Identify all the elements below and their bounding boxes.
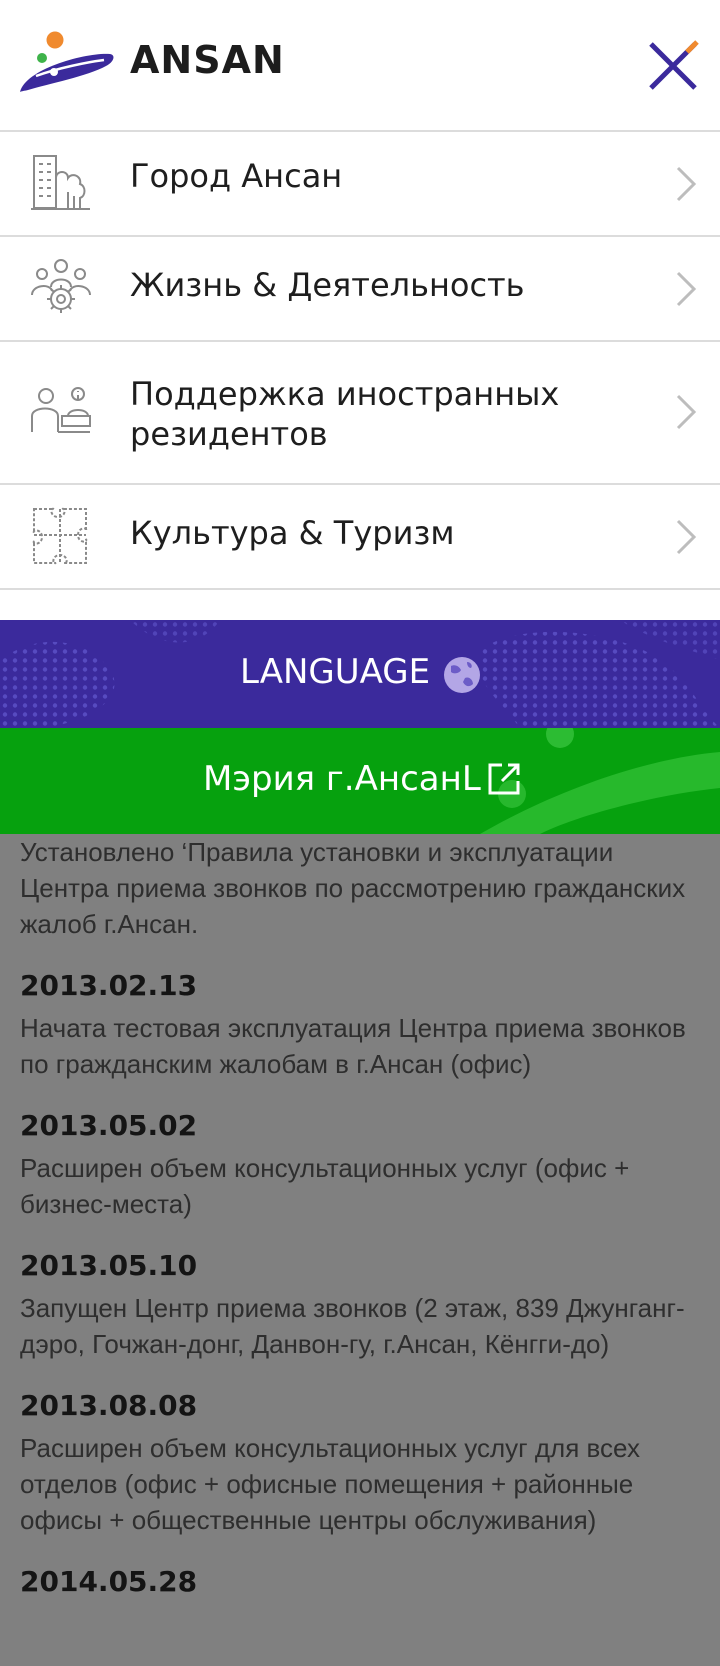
menu-item-foreign-support[interactable]: Поддержка иностранных резидентов	[0, 342, 720, 485]
external-link-icon	[488, 763, 520, 795]
timeline-text: Запущен Центр приема звонков (2 этаж, 83…	[20, 1293, 685, 1359]
timeline-item: 2013.05.02 Расширен объем консультационн…	[20, 1106, 700, 1222]
timeline-text: Расширен объем консультационных услуг (о…	[20, 1153, 630, 1219]
puzzle-icon	[32, 507, 88, 565]
chevron-right-icon	[676, 519, 697, 555]
timeline-item: 2013.02.13 Начата тестовая эксплуатация …	[20, 966, 700, 1082]
chevron-right-icon	[676, 394, 697, 430]
logo-text: ANSAN	[130, 38, 285, 82]
menu-item-life[interactable]: Жизнь & Деятельность	[0, 237, 720, 342]
timeline-item: 2014.05.28	[20, 1562, 700, 1602]
menu-item-label: Город Ансан	[130, 157, 343, 195]
timeline-item: 2013.05.10 Запущен Центр приема звонков …	[20, 1246, 700, 1362]
timeline-date: 2013.02.13	[20, 969, 198, 1002]
timeline-date: 2013.08.08	[20, 1389, 198, 1422]
support-desk-icon	[31, 387, 91, 433]
timeline-date: 2013.05.10	[20, 1249, 198, 1282]
menu-item-label: Поддержка иностранных резидентов	[130, 375, 560, 453]
chevron-right-icon	[676, 271, 697, 307]
menu-item-culture[interactable]: Культура & Туризм	[0, 485, 720, 590]
ansan-logo-icon[interactable]	[18, 28, 118, 100]
intro-text: Установлено ‘Правила установки и эксплуа…	[20, 837, 686, 939]
city-hall-label: Мэрия г.АнсанL	[203, 759, 481, 799]
menu-item-city[interactable]: Город Ансан	[0, 132, 720, 237]
timeline-text: Расширен объем консультационных услуг дл…	[20, 1433, 640, 1535]
language-label: LANGUAGE	[240, 652, 431, 692]
people-gear-icon	[31, 259, 91, 313]
menu-item-label: Культура & Туризм	[130, 514, 455, 552]
timeline-text: Начата тестовая эксплуатация Центра прие…	[20, 1013, 686, 1079]
timeline-date: 2014.05.28	[20, 1565, 198, 1598]
timeline-item: 2013.08.08 Расширен объем консультационн…	[20, 1386, 700, 1538]
chevron-right-icon	[676, 166, 697, 202]
menu-header: ANSAN	[0, 0, 720, 132]
globe-icon	[444, 657, 480, 693]
menu-item-label: Жизнь & Деятельность	[130, 266, 525, 304]
buildings-icon	[31, 155, 90, 210]
navigation-menu: ANSAN Город Ансан Жизнь & Деятельность П…	[0, 0, 720, 834]
timeline-date: 2013.05.02	[20, 1109, 198, 1142]
city-hall-link[interactable]: Мэрия г.АнсанL	[0, 728, 720, 834]
close-icon[interactable]	[645, 36, 705, 96]
menu-list: Город Ансан Жизнь & Деятельность Поддерж…	[0, 132, 720, 590]
language-button[interactable]: LANGUAGE	[0, 620, 720, 728]
background-content: Установлено ‘Правила установки и эксплуа…	[0, 834, 720, 1606]
